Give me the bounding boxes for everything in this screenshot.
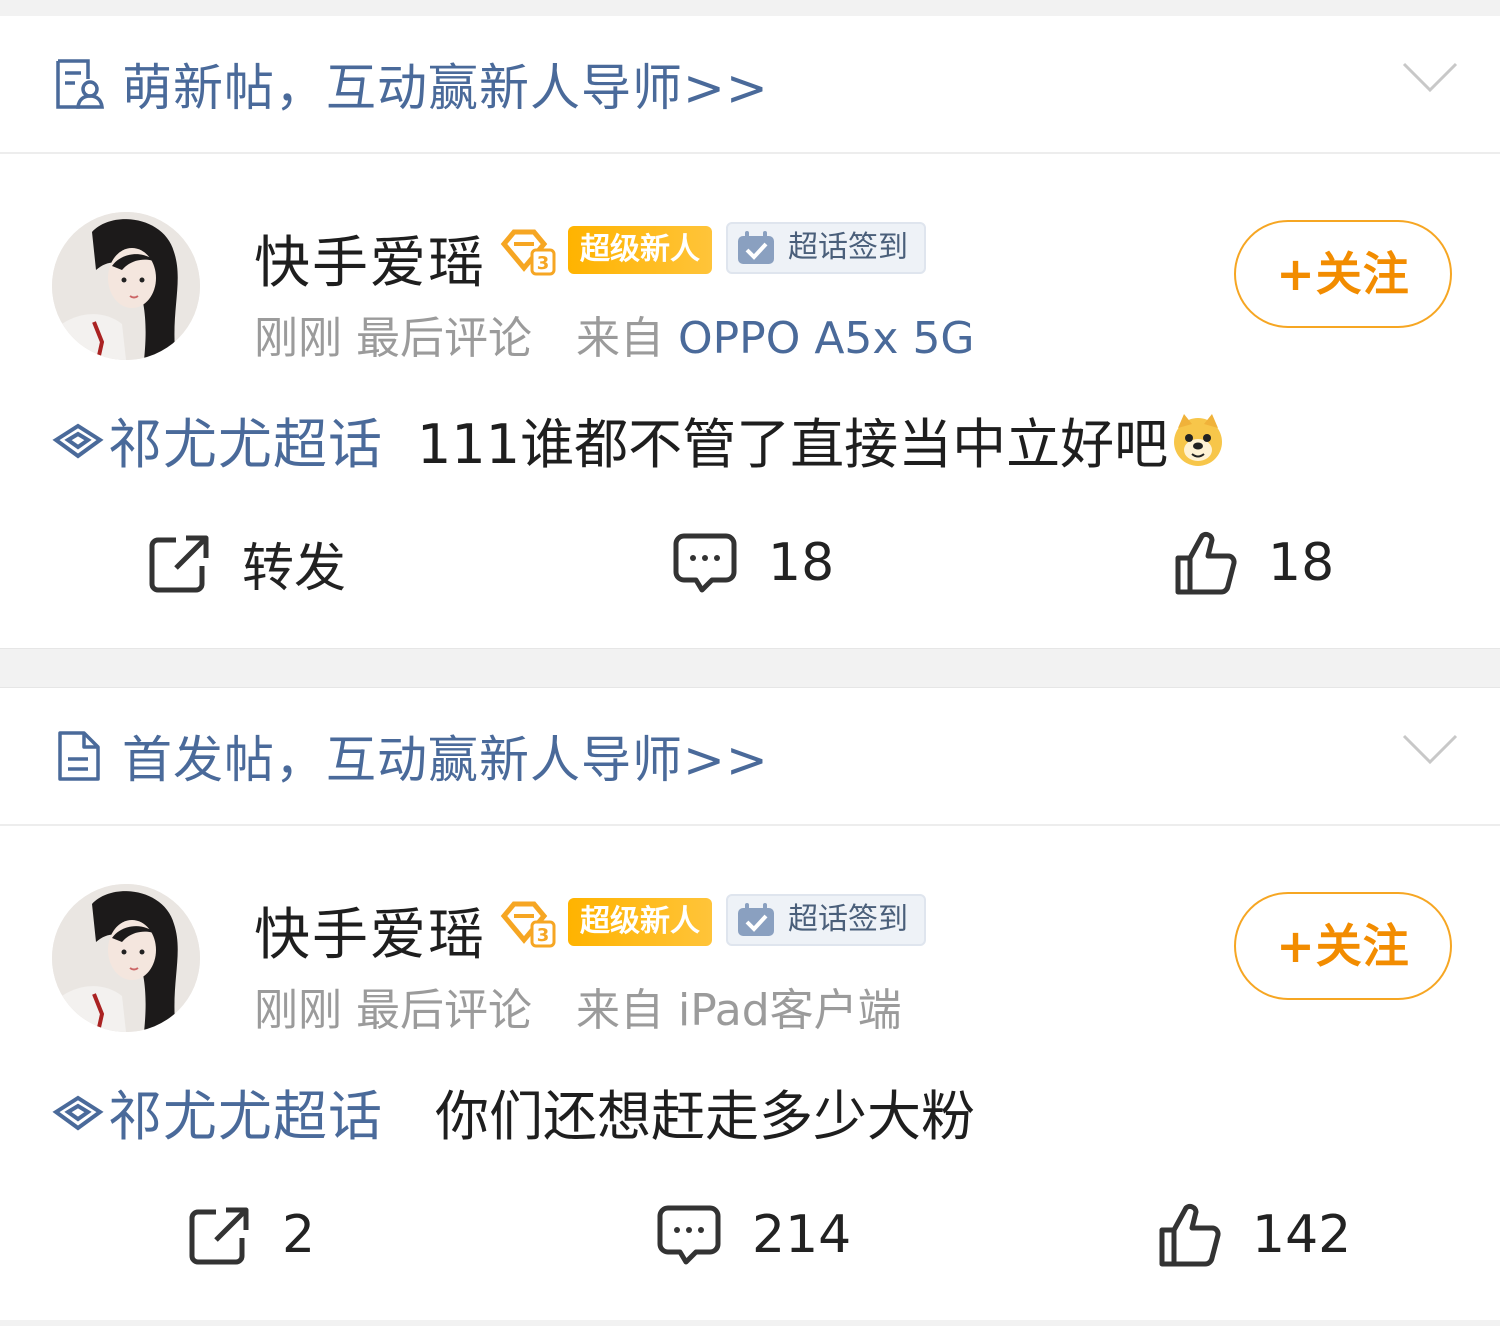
like-button[interactable]: 142 [1156, 1198, 1351, 1272]
last-action: 最后评论 [356, 313, 532, 364]
source-prefix: 来自 [576, 985, 664, 1036]
chevron-down-icon[interactable] [1402, 732, 1458, 768]
comment-button[interactable]: 214 [656, 1198, 851, 1272]
calendar-check-icon [738, 903, 774, 936]
post-body[interactable]: 快手爱瑶 3 超级新人 超话签到 刚刚 最后评论 来自 iPad客户端 +关注 [0, 826, 1500, 1320]
section-gap [0, 648, 1500, 688]
like-count: 142 [1252, 1205, 1352, 1265]
last-action: 最后评论 [356, 985, 532, 1036]
post-card: 萌新帖，互动赢新人导师>> 快手爱瑶 3 超级新人 超话签到 刚刚 最后评论 来… [0, 16, 1500, 648]
banner-text: 首发帖，互动赢新人导师>> [122, 731, 769, 789]
checkin-badge[interactable]: 超话签到 [726, 222, 926, 274]
post-meta: 刚刚 最后评论 来自 iPad客户端 [254, 974, 902, 1038]
thumbs-up-icon [1159, 1203, 1221, 1267]
comment-count: 214 [752, 1205, 852, 1265]
username[interactable]: 快手爱瑶 [254, 218, 486, 299]
document-icon [58, 731, 100, 781]
share-icon [189, 1207, 249, 1265]
post-text: 你们还想赶走多少大粉 [435, 1085, 975, 1148]
source-prefix: 来自 [576, 313, 664, 364]
top-gap [0, 0, 1500, 16]
avatar[interactable] [52, 212, 200, 360]
repost-count: 2 [282, 1205, 316, 1265]
super-newbie-badge[interactable]: 超级新人 [568, 898, 712, 946]
comment-count: 18 [768, 533, 835, 593]
post-content[interactable]: 祁尤尤超话 你们还想赶走多少大粉 [52, 1072, 975, 1151]
repost-label: 转发 [242, 538, 347, 599]
post-card: 首发帖，互动赢新人导师>> 快手爱瑶 3 超级新人 超话签到 刚刚 最后评论 来… [0, 688, 1500, 1320]
post-time: 刚刚 [254, 985, 342, 1036]
share-icon [149, 535, 209, 593]
topic-label: 祁尤尤超话 [108, 1085, 383, 1148]
post-body[interactable]: 快手爱瑶 3 超级新人 超话签到 刚刚 最后评论 来自 OPPO A5x 5G … [0, 154, 1500, 648]
follow-button[interactable]: +关注 [1234, 220, 1452, 328]
checkin-badge[interactable]: 超话签到 [726, 894, 926, 946]
thumbs-up-icon [1175, 531, 1237, 595]
super-newbie-badge[interactable]: 超级新人 [568, 226, 712, 274]
level-badge-icon: 3 [500, 901, 556, 948]
topic-link[interactable]: 祁尤尤超话 [52, 400, 383, 479]
post-time: 刚刚 [254, 313, 342, 364]
repost-button[interactable]: 2 [186, 1198, 315, 1272]
checkin-label: 超话签到 [788, 230, 908, 265]
post-banner[interactable]: 首发帖，互动赢新人导师>> [0, 688, 1500, 826]
repost-button[interactable]: 转发 [146, 526, 346, 600]
supertopic-diamond-icon [52, 423, 104, 458]
doge-emoji-icon [1174, 413, 1223, 466]
level-badge-icon: 3 [500, 229, 556, 276]
source-device[interactable]: OPPO A5x 5G [678, 313, 975, 364]
action-bar: 2 214 142 [0, 1198, 1500, 1272]
post-meta: 刚刚 最后评论 来自 OPPO A5x 5G [254, 302, 975, 366]
follow-button[interactable]: +关注 [1234, 892, 1452, 1000]
source-device: iPad客户端 [678, 985, 902, 1036]
topic-label: 祁尤尤超话 [108, 413, 383, 476]
comment-icon [657, 1205, 721, 1265]
post-content[interactable]: 祁尤尤超话 111谁都不管了直接当中立好吧 [52, 400, 1226, 479]
like-button[interactable]: 18 [1172, 526, 1334, 600]
like-count: 18 [1268, 533, 1335, 593]
topic-link[interactable]: 祁尤尤超话 [52, 1072, 383, 1151]
action-bar: 转发 18 18 [0, 526, 1500, 600]
username[interactable]: 快手爱瑶 [254, 890, 486, 971]
newbie-post-icon [56, 59, 104, 109]
calendar-check-icon [738, 231, 774, 264]
avatar[interactable] [52, 884, 200, 1032]
level-number: 3 [537, 925, 550, 946]
comment-icon [673, 533, 737, 593]
comment-button[interactable]: 18 [672, 526, 834, 600]
chevron-down-icon[interactable] [1402, 60, 1458, 96]
banner-text: 萌新帖，互动赢新人导师>> [122, 59, 769, 117]
post-text: 111谁都不管了直接当中立好吧 [417, 413, 1169, 476]
level-number: 3 [537, 253, 550, 274]
supertopic-diamond-icon [52, 1095, 104, 1130]
checkin-label: 超话签到 [788, 902, 908, 937]
post-banner[interactable]: 萌新帖，互动赢新人导师>> [0, 16, 1500, 154]
